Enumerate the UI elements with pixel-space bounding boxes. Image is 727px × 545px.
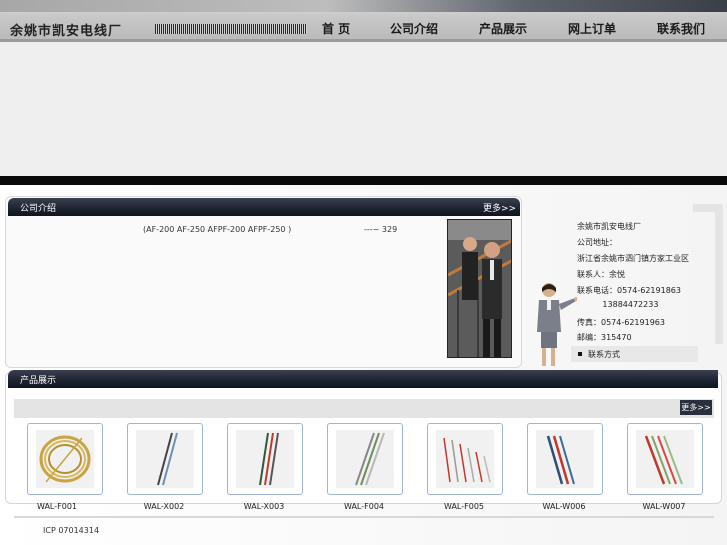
header-stripe-decoration <box>155 24 307 34</box>
products-more-link[interactable]: 更多>> <box>680 400 712 415</box>
banner-area <box>0 42 727 176</box>
business-people-photo <box>447 219 512 358</box>
product-thumb-6[interactable] <box>527 423 603 495</box>
products-panel-title: 产品展示 <box>20 376 57 386</box>
contact-phone: 联系电话：0574-62191863 <box>577 286 681 295</box>
icp-license: ICP 07014314 <box>43 526 100 535</box>
contact-address: 浙江省余姚市泗门镇方家工业区 <box>577 254 689 263</box>
contact-info-button[interactable]: 联系方式 <box>571 346 698 362</box>
product-image-1 <box>36 430 94 488</box>
product-name-7[interactable]: WAL-W007 <box>626 502 702 511</box>
nav-home[interactable]: 首 页 <box>322 20 350 37</box>
header-top-band <box>0 0 727 12</box>
about-extra-text: ---~ 329 <box>364 225 398 234</box>
about-text: (AF-200 AF-250 AFPF-200 AFPF-250 ) <box>143 225 292 234</box>
product-thumb-7[interactable] <box>627 423 703 495</box>
contact-address-label: 公司地址： <box>577 238 617 247</box>
product-name-3[interactable]: WAL-X003 <box>226 502 302 511</box>
product-image-6 <box>536 430 594 488</box>
about-more-link[interactable]: 更多>> <box>483 201 516 214</box>
product-thumb-2[interactable] <box>127 423 203 495</box>
contact-fax: 传真：0574-62191963 <box>577 318 665 327</box>
nav-contact[interactable]: 联系我们 <box>657 20 705 37</box>
footer-divider <box>14 516 714 518</box>
product-image-4 <box>336 430 394 488</box>
contact-postcode: 邮编：315470 <box>577 333 632 342</box>
site-brand: 余姚市凯安电线厂 <box>10 24 123 39</box>
about-panel-header: 公司介绍 更多>> <box>8 198 520 216</box>
contact-info-button-label: 联系方式 <box>588 350 620 359</box>
product-thumb-1[interactable] <box>27 423 103 495</box>
nav-about[interactable]: 公司介绍 <box>390 20 438 37</box>
about-panel-title: 公司介绍 <box>20 204 57 214</box>
products-header-gap <box>14 388 714 398</box>
page: 余姚市凯安电线厂 首 页 公司介绍 产品展示 网上订单 联系我们 公司介绍 更多… <box>0 0 727 545</box>
product-name-6[interactable]: WAL-W006 <box>526 502 602 511</box>
nav-products[interactable]: 产品展示 <box>479 20 527 37</box>
product-thumb-4[interactable] <box>327 423 403 495</box>
product-image-3 <box>236 430 294 488</box>
contact-mobile: 13884472233 <box>577 300 659 309</box>
nav-online-order[interactable]: 网上订单 <box>568 20 616 37</box>
site-header: 余姚市凯安电线厂 首 页 公司介绍 产品展示 网上订单 联系我们 <box>0 0 727 42</box>
product-thumb-3[interactable] <box>227 423 303 495</box>
product-name-1[interactable]: WAL-F001 <box>19 502 95 511</box>
contact-person: 联系人：余悦 <box>577 270 625 279</box>
about-panel <box>5 196 522 368</box>
product-thumb-5[interactable] <box>427 423 503 495</box>
product-image-5 <box>436 430 494 488</box>
product-image-7 <box>636 430 694 488</box>
product-name-5[interactable]: WAL-F005 <box>426 502 502 511</box>
products-subbar <box>14 399 714 418</box>
contact-decoration <box>693 204 723 344</box>
bullet-square-icon <box>578 352 582 356</box>
products-panel-header: 产品展示 <box>8 370 718 388</box>
contact-company: 余姚市凯安电线厂 <box>577 222 641 231</box>
product-name-2[interactable]: WAL-X002 <box>126 502 202 511</box>
product-name-4[interactable]: WAL-F004 <box>326 502 402 511</box>
banner-divider <box>0 176 727 185</box>
product-image-2 <box>136 430 194 488</box>
